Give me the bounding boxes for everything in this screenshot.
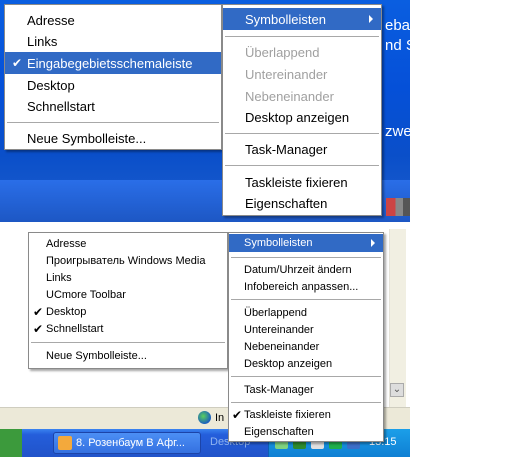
menu-item-label: Task-Manager (244, 383, 314, 396)
menu-item-label: UCmore Toolbar (46, 288, 126, 301)
menu-item-cascade[interactable]: Überlappend (229, 304, 383, 321)
menu-item-label: Untereinander (245, 66, 328, 82)
taskbar-button-label: 8. Розенбаум В Афг... (76, 437, 185, 449)
menu-item-label: Überlappend (245, 44, 320, 60)
menu-separator (31, 342, 225, 343)
menu-separator (231, 299, 381, 300)
menu-item-label: Desktop (46, 305, 87, 318)
checkmark-icon: ✔ (33, 304, 44, 319)
checkmark-icon: ✔ (12, 56, 23, 70)
vertical-scrollbar[interactable] (389, 229, 406, 407)
menu-item-address[interactable]: Adresse (5, 10, 221, 30)
menu-item-label: Neue Symbolleiste... (27, 130, 147, 146)
menu-item-label: Untereinander (244, 323, 314, 336)
menu-item-desktop[interactable]: Desktop (5, 75, 221, 95)
menu-item-label: Datum/Uhrzeit ändern (244, 263, 352, 276)
menu-item-label: Проигрыватель Windows Media (46, 254, 206, 267)
toolbars-submenu: Adresse Links ✔ Eingabegebietsschemaleis… (4, 4, 222, 150)
menu-item-address[interactable]: Adresse (29, 235, 227, 252)
status-zone-text: In (215, 411, 225, 424)
menu-item-new-toolbar[interactable]: Neue Symbolleiste... (5, 128, 221, 148)
menu-item-label: Schnellstart (46, 322, 104, 335)
menu-separator (225, 133, 379, 134)
menu-item-label: Überlappend (244, 306, 307, 319)
background-text: ebar (385, 17, 410, 34)
tray-icons (386, 198, 410, 216)
taskbar-context-menu: Symbolleisten Überlappend Untereinander … (222, 4, 382, 216)
submenu-arrow-icon (369, 15, 373, 23)
menu-item-toolbars[interactable]: Symbolleisten (223, 8, 381, 30)
menu-item-label: Eingabegebietsschemaleiste (27, 55, 193, 71)
menu-separator (225, 36, 379, 37)
media-player-icon (58, 436, 72, 450)
menu-item-links[interactable]: Links (5, 31, 221, 51)
menu-item-show-desktop[interactable]: Desktop anzeigen (229, 355, 383, 372)
menu-item-label: Task-Manager (245, 141, 328, 157)
taskbar-context-menu: Symbolleisten Datum/Uhrzeit ändern Infob… (228, 232, 384, 442)
menu-item-label: Nebeneinander (245, 88, 334, 104)
menu-item-properties[interactable]: Eigenschaften (229, 423, 383, 440)
toolbars-submenu: Adresse Проигрыватель Windows Media Link… (28, 232, 228, 369)
menu-item-label: Symbolleisten (244, 237, 313, 249)
menu-item-label: Links (27, 33, 58, 49)
menu-item-task-manager[interactable]: Task-Manager (229, 381, 383, 398)
start-button[interactable] (0, 429, 22, 457)
menu-item-label: Nebeneinander (244, 340, 320, 353)
menu-item-adjust-date-time[interactable]: Datum/Uhrzeit ändern (229, 261, 383, 278)
menu-separator (231, 402, 381, 403)
menu-item-new-toolbar[interactable]: Neue Symbolleiste... (29, 347, 227, 364)
globe-icon (198, 411, 211, 424)
menu-item-tile-horizontal[interactable]: Untereinander (229, 321, 383, 338)
menu-separator (225, 165, 379, 166)
menu-item-label: Taskleiste fixieren (244, 408, 331, 421)
screenshot-top: ebar nd S zwei Adresse Links ✔ Eingabege… (0, 0, 410, 222)
submenu-arrow-icon (371, 239, 375, 247)
menu-item-label: Taskleiste fixieren (245, 174, 348, 190)
menu-item-label: Links (46, 271, 72, 284)
menu-item-show-desktop[interactable]: Desktop anzeigen (223, 107, 381, 127)
menu-item-label: Adresse (46, 237, 87, 250)
menu-item-customize-notifications[interactable]: Infobereich anpassen... (229, 278, 383, 295)
menu-separator (231, 257, 381, 258)
menu-item-label: Desktop anzeigen (245, 109, 350, 125)
screenshot-bottom: ⌄ In 8. Розенбаум В Афг... Desktop 13:15… (0, 229, 410, 457)
menu-item-quick-launch[interactable]: ✔ Schnellstart (29, 320, 227, 337)
menu-item-quick-launch[interactable]: Schnellstart (5, 96, 221, 116)
menu-item-label: Infobereich anpassen... (244, 280, 359, 293)
menu-item-label: Neue Symbolleiste... (46, 349, 147, 362)
menu-item-links[interactable]: Links (29, 269, 227, 286)
checkmark-icon: ✔ (232, 407, 243, 422)
menu-item-label: Eigenschaften (245, 195, 328, 211)
menu-item-ucmore-toolbar[interactable]: UCmore Toolbar (29, 286, 227, 303)
menu-item-tile-vertical[interactable]: Nebeneinander (229, 338, 383, 355)
menu-item-tile-horizontal[interactable]: Untereinander (223, 64, 381, 84)
menu-item-label: Desktop anzeigen (244, 357, 333, 370)
menu-item-windows-media[interactable]: Проигрыватель Windows Media (29, 252, 227, 269)
menu-item-label: Adresse (27, 12, 75, 28)
background-text: nd S (385, 37, 410, 54)
menu-item-label: Eigenschaften (244, 425, 314, 438)
menu-item-desktop[interactable]: ✔ Desktop (29, 303, 227, 320)
menu-item-task-manager[interactable]: Task-Manager (223, 139, 381, 159)
menu-separator (231, 376, 381, 377)
menu-item-toolbars[interactable]: Symbolleisten (229, 234, 383, 252)
menu-item-tile-vertical[interactable]: Nebeneinander (223, 86, 381, 106)
menu-item-properties[interactable]: Eigenschaften (223, 193, 381, 213)
menu-item-cascade[interactable]: Überlappend (223, 42, 381, 62)
background-text: zwei (385, 123, 410, 140)
menu-item-lock-taskbar[interactable]: Taskleiste fixieren (223, 172, 381, 192)
status-zone: In (198, 411, 224, 424)
scroll-down-arrow-icon[interactable]: ⌄ (390, 383, 404, 397)
menu-item-lock-taskbar[interactable]: ✔ Taskleiste fixieren (229, 406, 383, 423)
menu-item-label: Schnellstart (27, 98, 95, 114)
taskbar-button-media-player[interactable]: 8. Розенбаум В Афг... (53, 432, 201, 454)
menu-separator (7, 122, 219, 123)
menu-item-label: Symbolleisten (245, 11, 326, 27)
menu-item-input-locale-bar[interactable]: ✔ Eingabegebietsschemaleiste (5, 52, 221, 74)
menu-item-label: Desktop (27, 77, 75, 93)
checkmark-icon: ✔ (33, 321, 44, 336)
